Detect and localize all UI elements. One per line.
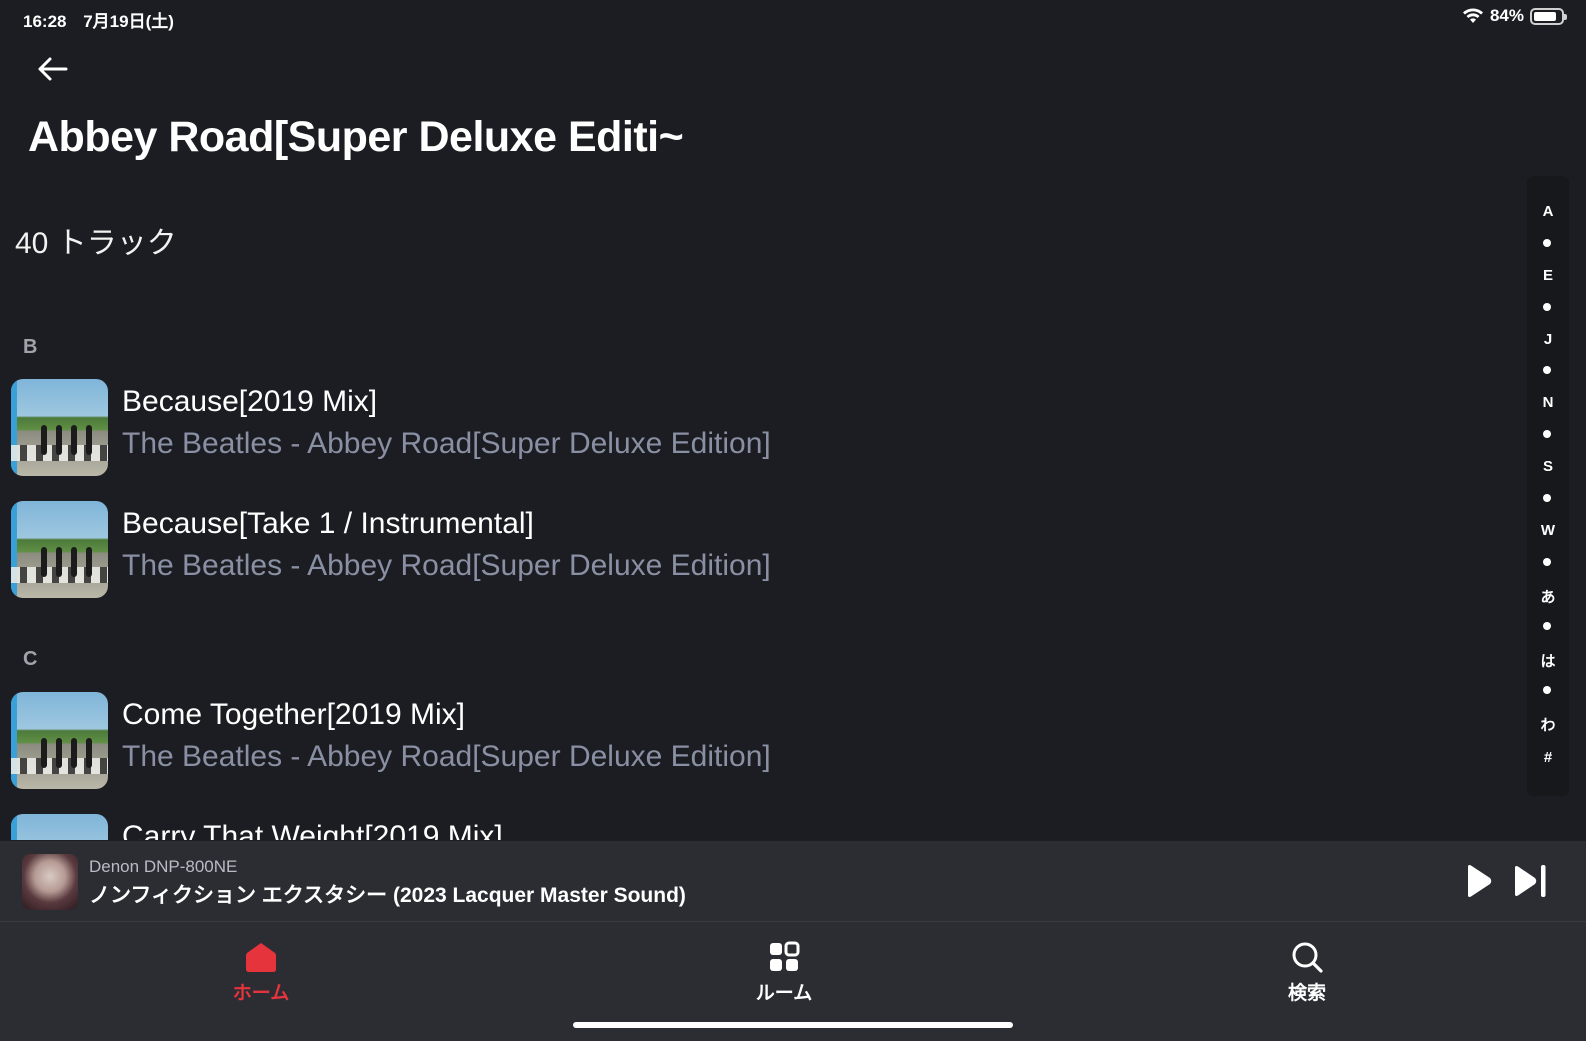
- track-subtitle: The Beatles - Abbey Road[Super Deluxe Ed…: [122, 740, 771, 773]
- index-letter-a-kana[interactable]: あ: [1527, 586, 1569, 607]
- index-letter-e[interactable]: E: [1527, 267, 1569, 284]
- now-playing-bar[interactable]: Denon DNP-800NE ノンフィクション エクスタシー (2023 La…: [0, 841, 1586, 921]
- index-letter-hash[interactable]: #: [1527, 749, 1569, 766]
- rooms-grid-icon: [770, 941, 800, 971]
- track-title: Because[Take 1 / Instrumental]: [122, 507, 534, 540]
- now-playing-device: Denon DNP-800NE: [89, 857, 238, 876]
- tab-search[interactable]: 検索: [1237, 922, 1377, 1012]
- track-title: Carry That Weight[2019 Mix]: [122, 820, 503, 840]
- home-icon: [246, 943, 276, 972]
- index-dot[interactable]: [1543, 494, 1551, 502]
- track-list[interactable]: B Because[2019 Mix] The Beatles - Abbey …: [0, 320, 1520, 840]
- index-dot[interactable]: [1543, 622, 1551, 630]
- status-bar: 16:28 7月19日(土) 84%: [0, 0, 1586, 34]
- page-title: Abbey Road[Super Deluxe Editi~: [28, 113, 684, 161]
- index-dot[interactable]: [1543, 303, 1551, 311]
- section-header-b: B: [23, 336, 38, 358]
- play-icon: [1468, 865, 1492, 897]
- track-count: 40 トラック: [15, 227, 177, 260]
- skip-next-button[interactable]: [1511, 863, 1551, 899]
- album-art: [11, 501, 108, 598]
- track-subtitle: The Beatles - Abbey Road[Super Deluxe Ed…: [122, 549, 771, 582]
- album-art: [11, 814, 108, 840]
- status-date: 7月19日(土): [83, 12, 174, 31]
- track-subtitle: The Beatles - Abbey Road[Super Deluxe Ed…: [122, 427, 771, 460]
- track-title: Because[2019 Mix]: [122, 385, 378, 418]
- index-letter-a[interactable]: A: [1527, 203, 1569, 220]
- tab-rooms[interactable]: ルーム: [714, 922, 854, 1012]
- back-button[interactable]: [34, 52, 70, 86]
- track-title: Come Together[2019 Mix]: [122, 698, 465, 731]
- arrow-left-icon: [38, 57, 68, 81]
- index-dot[interactable]: [1543, 239, 1551, 247]
- search-icon: [1292, 942, 1323, 973]
- track-row[interactable]: Come Together[2019 Mix] The Beatles - Ab…: [0, 692, 1500, 792]
- index-letter-w[interactable]: W: [1527, 522, 1569, 539]
- track-row[interactable]: Because[Take 1 / Instrumental] The Beatl…: [0, 501, 1500, 601]
- tab-label: ホーム: [232, 983, 290, 1004]
- wifi-icon: [1462, 8, 1483, 23]
- index-letter-j[interactable]: J: [1527, 331, 1569, 348]
- skip-next-icon: [1515, 865, 1546, 897]
- play-button[interactable]: [1462, 863, 1494, 899]
- status-time: 16:28: [23, 12, 67, 31]
- index-dot[interactable]: [1543, 430, 1551, 438]
- album-art: [11, 379, 108, 476]
- battery-icon: [1530, 7, 1567, 25]
- track-row[interactable]: Because[2019 Mix] The Beatles - Abbey Ro…: [0, 379, 1500, 479]
- battery-percent: 84%: [1489, 6, 1524, 25]
- tab-label: ルーム: [755, 983, 813, 1004]
- home-indicator[interactable]: [573, 1022, 1013, 1028]
- battery-fill: [1534, 11, 1556, 21]
- tab-label: 検索: [1287, 983, 1326, 1004]
- index-dot[interactable]: [1543, 366, 1551, 374]
- index-scrubber[interactable]: A E J N S W あ は わ #: [1527, 176, 1569, 796]
- index-dot[interactable]: [1543, 686, 1551, 694]
- now-playing-title: ノンフィクション エクスタシー (2023 Lacquer Master Sou…: [89, 884, 686, 907]
- index-letter-s[interactable]: S: [1527, 458, 1569, 475]
- track-row[interactable]: Carry That Weight[2019 Mix]: [0, 814, 1500, 840]
- now-playing-art: [22, 854, 78, 910]
- tab-home[interactable]: ホーム: [191, 922, 331, 1012]
- index-letter-n[interactable]: N: [1527, 394, 1569, 411]
- index-letter-wa[interactable]: わ: [1527, 714, 1569, 735]
- index-letter-ha[interactable]: は: [1527, 650, 1569, 671]
- album-art: [11, 692, 108, 789]
- index-dot[interactable]: [1543, 558, 1551, 566]
- section-header-c: C: [23, 648, 38, 670]
